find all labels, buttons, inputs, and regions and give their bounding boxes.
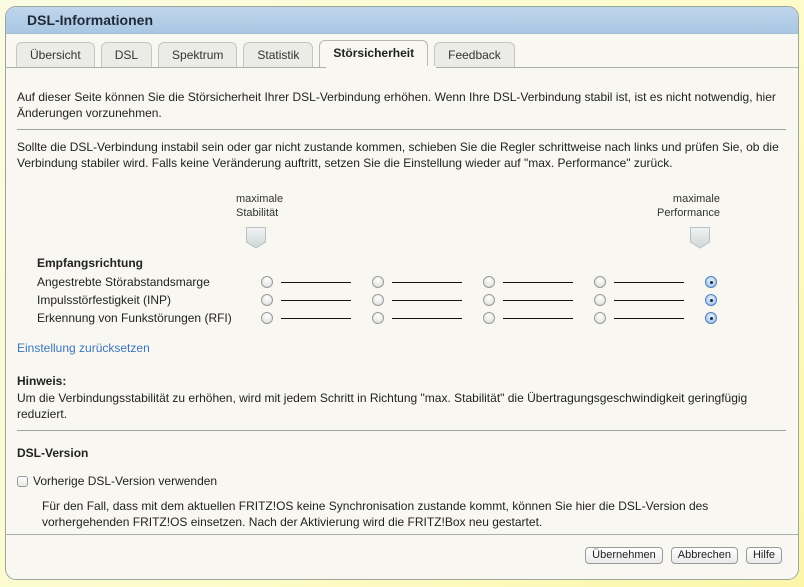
slider-track xyxy=(392,318,462,319)
max-performance-label: maximale Performance xyxy=(657,193,720,219)
divider xyxy=(17,430,786,431)
level-radio-5[interactable] xyxy=(705,312,717,324)
dsl-version-description: Für den Fall, dass mit dem aktuellen FRI… xyxy=(42,499,709,529)
performance-marker-icon xyxy=(690,227,710,249)
slider-track xyxy=(614,318,684,319)
checkbox-label: Vorherige DSL-Version verwenden xyxy=(33,474,218,488)
level-radio-5[interactable] xyxy=(705,276,717,288)
previous-dsl-version-checkbox[interactable] xyxy=(17,475,28,487)
level-radio-4[interactable] xyxy=(594,276,606,288)
tab-dsl[interactable]: DSL xyxy=(100,42,153,67)
note-title: Hinweis: xyxy=(17,374,67,388)
slider-track xyxy=(281,318,351,319)
row-label: Impulsstörfestigkeit (INP) xyxy=(37,293,172,307)
cancel-button[interactable]: Abbrechen xyxy=(670,547,738,564)
max-stability-label: maximale Stabilität xyxy=(236,193,284,219)
instruction-text: Sollte die DSL-Verbindung instabil sein … xyxy=(17,140,779,170)
footer-divider xyxy=(6,534,798,535)
slider-row-inp: Impulsstörfestigkeit (INP) xyxy=(37,292,757,310)
stability-marker-icon xyxy=(246,227,266,249)
button-bar: Übernehmen Abbrechen Hilfe xyxy=(585,547,782,564)
reset-settings-link[interactable]: Einstellung zurücksetzen xyxy=(17,341,150,355)
level-radio-1[interactable] xyxy=(261,276,273,288)
slider-row-snr-margin: Angestrebte Störabstandsmarge xyxy=(37,274,757,292)
tab-bar: Übersicht DSL Spektrum Statistik Störsic… xyxy=(16,40,515,67)
slider-track xyxy=(392,282,462,283)
intro-text: Auf dieser Seite können Sie die Störsich… xyxy=(17,90,776,120)
level-radio-3[interactable] xyxy=(483,276,495,288)
level-radio-4[interactable] xyxy=(594,312,606,324)
level-radio-2[interactable] xyxy=(372,276,384,288)
level-radio-4[interactable] xyxy=(594,294,606,306)
tab-feedback[interactable]: Feedback xyxy=(434,42,515,67)
row-label: Erkennung von Funkstörungen (RFI) xyxy=(37,311,232,325)
tab-statistik[interactable]: Statistik xyxy=(243,42,314,67)
receive-direction-heading: Empfangsrichtung xyxy=(37,256,144,270)
tab-uebersicht[interactable]: Übersicht xyxy=(16,42,95,67)
tab-spektrum[interactable]: Spektrum xyxy=(158,42,238,67)
slider-row-rfi: Erkennung von Funkstörungen (RFI) xyxy=(37,310,757,328)
slider-track xyxy=(281,282,351,283)
slider-track xyxy=(614,282,684,283)
level-radio-1[interactable] xyxy=(261,294,273,306)
slider-track xyxy=(614,300,684,301)
level-radio-2[interactable] xyxy=(372,312,384,324)
slider-track xyxy=(392,300,462,301)
level-radio-2[interactable] xyxy=(372,294,384,306)
tab-stoersicherheit[interactable]: Störsicherheit xyxy=(319,40,429,67)
note-text: Um die Verbindungsstabilität zu erhöhen,… xyxy=(17,391,748,421)
level-radio-1[interactable] xyxy=(261,312,273,324)
apply-button[interactable]: Übernehmen xyxy=(585,547,663,564)
dsl-version-heading: DSL-Version xyxy=(17,446,89,460)
slider-track xyxy=(503,318,573,319)
slider-track xyxy=(503,300,573,301)
divider xyxy=(17,129,786,130)
level-radio-5[interactable] xyxy=(705,294,717,306)
slider-track xyxy=(281,300,351,301)
dsl-info-window: DSL-Informationen Übersicht DSL Spektrum… xyxy=(5,6,799,580)
level-radio-3[interactable] xyxy=(483,294,495,306)
level-radio-3[interactable] xyxy=(483,312,495,324)
previous-dsl-version-option[interactable]: Vorherige DSL-Version verwenden xyxy=(17,474,217,488)
row-label: Angestrebte Störabstandsmarge xyxy=(37,275,210,289)
window-title: DSL-Informationen xyxy=(6,7,798,34)
help-button[interactable]: Hilfe xyxy=(745,547,782,564)
slider-track xyxy=(503,282,573,283)
